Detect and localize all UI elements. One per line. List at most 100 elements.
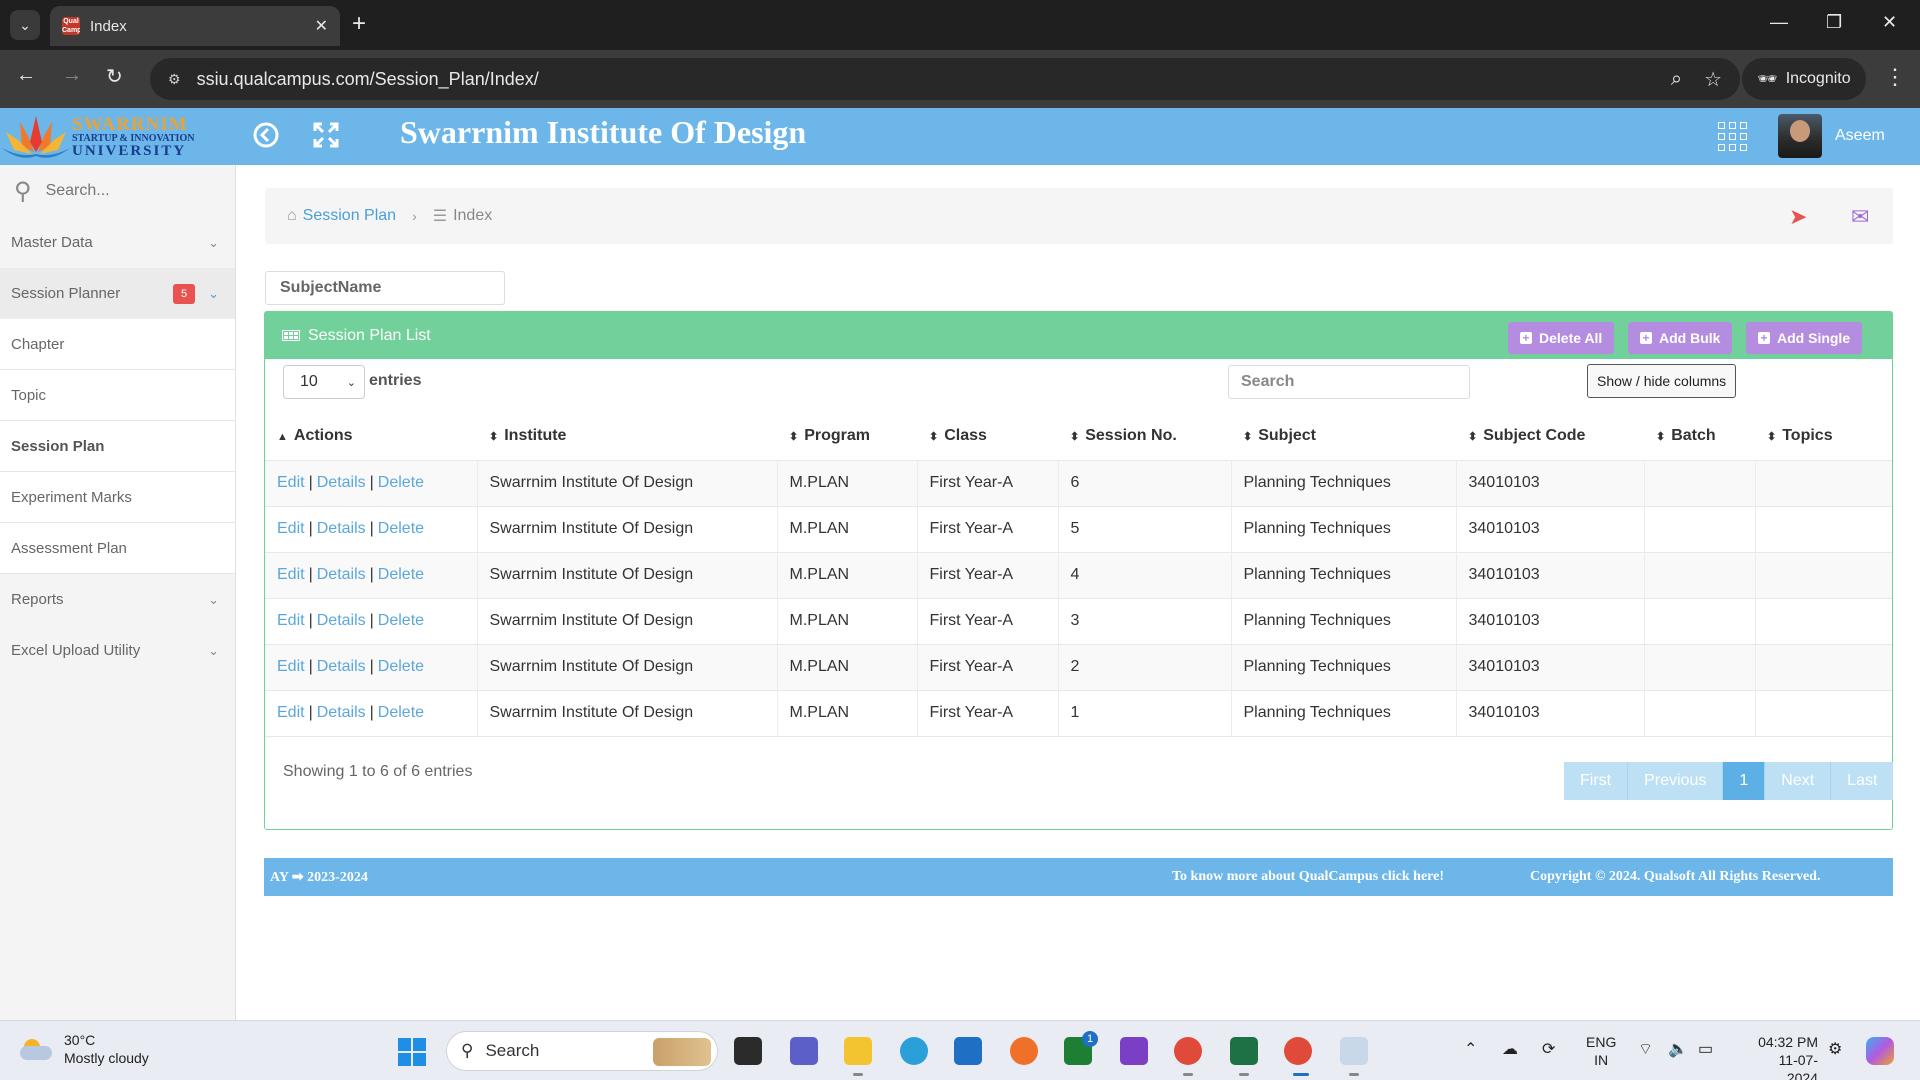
edit-link[interactable]: Edit: [277, 704, 305, 721]
details-link[interactable]: Details: [317, 474, 366, 491]
excel-icon[interactable]: [1230, 1037, 1258, 1065]
system-clock[interactable]: 04:32 PM 11-07-2024: [1756, 1033, 1818, 1080]
subject-name-filter-input[interactable]: [265, 271, 505, 305]
forward-icon[interactable]: →: [62, 64, 82, 87]
edit-link[interactable]: Edit: [277, 520, 305, 537]
sidebar-item-reports[interactable]: Reports ⌄: [0, 574, 235, 625]
tab-close-icon[interactable]: ✕: [315, 16, 328, 36]
teams-icon[interactable]: [790, 1037, 818, 1065]
back-circle-icon[interactable]: [252, 121, 280, 156]
sidebar-item-assessment-plan[interactable]: Assessment Plan: [0, 523, 235, 574]
incognito-indicator[interactable]: 🕶 Incognito: [1742, 58, 1866, 100]
weather-widget[interactable]: 30°C Mostly cloudy: [20, 1031, 149, 1067]
fullscreen-icon[interactable]: [312, 121, 340, 156]
browser-tab-index[interactable]: Qual Campus Index ✕: [50, 6, 340, 46]
delete-link[interactable]: Delete: [378, 474, 424, 491]
col-header-subject-code[interactable]: ⬍ Subject Code: [1456, 412, 1644, 460]
copilot-icon[interactable]: [1866, 1037, 1894, 1065]
tray-chevron-up-icon[interactable]: ⌃: [1464, 1039, 1477, 1059]
delete-link[interactable]: Delete: [378, 566, 424, 583]
university-logo[interactable]: SWARRNIM STARTUP & INNOVATION UNIVERSITY: [0, 108, 206, 165]
page-previous-button[interactable]: Previous: [1628, 762, 1724, 800]
sidebar-item-excel-upload-utility[interactable]: Excel Upload Utility ⌄: [0, 625, 235, 676]
file-explorer-icon[interactable]: [844, 1037, 872, 1065]
chrome-incognito-icon[interactable]: [1284, 1037, 1312, 1065]
settings-gear-icon[interactable]: ⚙: [1828, 1039, 1842, 1059]
entries-length-select[interactable]: 10 ⌄: [283, 365, 365, 399]
page-next-button[interactable]: Next: [1765, 762, 1832, 800]
restore-icon[interactable]: ❐: [1826, 12, 1842, 33]
back-icon[interactable]: ←: [16, 64, 36, 87]
chrome-icon[interactable]: [1174, 1037, 1202, 1065]
col-header-actions[interactable]: ▲ Actions: [265, 412, 477, 460]
windows-start-icon[interactable]: [398, 1038, 426, 1066]
language-indicator[interactable]: ENG IN: [1586, 1033, 1616, 1069]
delete-link[interactable]: Delete: [378, 520, 424, 537]
col-header-institute[interactable]: ⬍ Institute: [477, 412, 777, 460]
edit-link[interactable]: Edit: [277, 566, 305, 583]
details-link[interactable]: Details: [317, 704, 366, 721]
delete-link[interactable]: Delete: [378, 612, 424, 629]
url-text[interactable]: ssiu.qualcampus.com/Session_Plan/Index/: [197, 69, 1649, 90]
sidebar-item-session-planner[interactable]: Session Planner 5 ⌄: [0, 268, 235, 319]
delete-all-button[interactable]: + Delete All: [1508, 322, 1615, 354]
tab-search-dropdown-icon[interactable]: ⌄: [10, 10, 40, 40]
reload-icon[interactable]: ↻: [106, 64, 123, 89]
edit-link[interactable]: Edit: [277, 658, 305, 675]
battery-icon[interactable]: ▭: [1698, 1039, 1713, 1059]
apps-grid-icon[interactable]: [1718, 122, 1747, 151]
details-link[interactable]: Details: [317, 612, 366, 629]
delete-link[interactable]: Delete: [378, 704, 424, 721]
sidebar-item-topic[interactable]: Topic: [0, 370, 235, 421]
browser-menu-icon[interactable]: ⋮: [1884, 64, 1906, 90]
col-header-class[interactable]: ⬍ Class: [917, 412, 1058, 460]
user-name[interactable]: Aseem: [1835, 127, 1885, 145]
paper-plane-icon[interactable]: ➤: [1789, 204, 1807, 230]
details-link[interactable]: Details: [317, 658, 366, 675]
task-view-icon[interactable]: [734, 1037, 762, 1065]
breadcrumb-session-plan-link[interactable]: Session Plan: [303, 207, 396, 225]
user-avatar[interactable]: [1778, 114, 1822, 158]
col-header-batch[interactable]: ⬍ Batch: [1644, 412, 1755, 460]
window-close-icon[interactable]: ✕: [1882, 12, 1897, 33]
taskbar-search[interactable]: ⚲ Search: [446, 1031, 718, 1071]
page-first-button[interactable]: First: [1564, 762, 1629, 800]
site-settings-icon[interactable]: ⚙: [168, 71, 181, 88]
sidebar-item-session-plan[interactable]: Session Plan: [0, 421, 235, 472]
store-icon[interactable]: [954, 1037, 982, 1065]
page-last-button[interactable]: Last: [1831, 762, 1894, 800]
show-hide-columns-button[interactable]: Show / hide columns: [1587, 364, 1737, 398]
col-header-program[interactable]: ⬍ Program: [777, 412, 917, 460]
zoom-icon[interactable]: ⌕: [1671, 68, 1682, 91]
delete-link[interactable]: Delete: [378, 658, 424, 675]
edge-icon[interactable]: [900, 1037, 928, 1065]
bookmark-star-icon[interactable]: ☆: [1704, 67, 1722, 92]
qualcampus-info-link[interactable]: To know more about QualCampus click here…: [1172, 869, 1444, 885]
edit-link[interactable]: Edit: [277, 612, 305, 629]
table-search-input[interactable]: [1228, 365, 1470, 399]
col-header-session-no[interactable]: ⬍ Session No.: [1058, 412, 1231, 460]
details-link[interactable]: Details: [317, 566, 366, 583]
edit-link[interactable]: Edit: [277, 474, 305, 491]
envelope-icon[interactable]: ✉: [1851, 204, 1869, 230]
snipping-tool-icon[interactable]: [1340, 1037, 1368, 1065]
sidebar-item-experiment-marks[interactable]: Experiment Marks: [0, 472, 235, 523]
address-bar[interactable]: ⚙ ssiu.qualcampus.com/Session_Plan/Index…: [150, 58, 1740, 100]
add-single-button[interactable]: + Add Single: [1746, 322, 1863, 354]
wifi-icon[interactable]: ⌔: [1638, 1039, 1653, 1059]
app-icon[interactable]: [1120, 1037, 1148, 1065]
add-bulk-button[interactable]: + Add Bulk: [1628, 322, 1733, 354]
new-tab-icon[interactable]: +: [352, 10, 366, 38]
sync-icon[interactable]: ⟳: [1542, 1039, 1555, 1059]
firefox-icon[interactable]: [1010, 1037, 1038, 1065]
minimize-icon[interactable]: —: [1770, 12, 1788, 33]
col-header-topics[interactable]: ⬍ Topics: [1755, 412, 1892, 460]
page-1-button[interactable]: 1: [1723, 762, 1766, 800]
volume-icon[interactable]: 🔈: [1668, 1039, 1688, 1059]
onedrive-icon[interactable]: ☁: [1502, 1039, 1518, 1059]
sidebar-search-input[interactable]: [45, 182, 206, 200]
details-link[interactable]: Details: [317, 520, 366, 537]
sidebar-item-chapter[interactable]: Chapter: [0, 319, 235, 370]
col-header-subject[interactable]: ⬍ Subject: [1231, 412, 1456, 460]
sidebar-item-master-data[interactable]: Master Data ⌄: [0, 217, 235, 268]
